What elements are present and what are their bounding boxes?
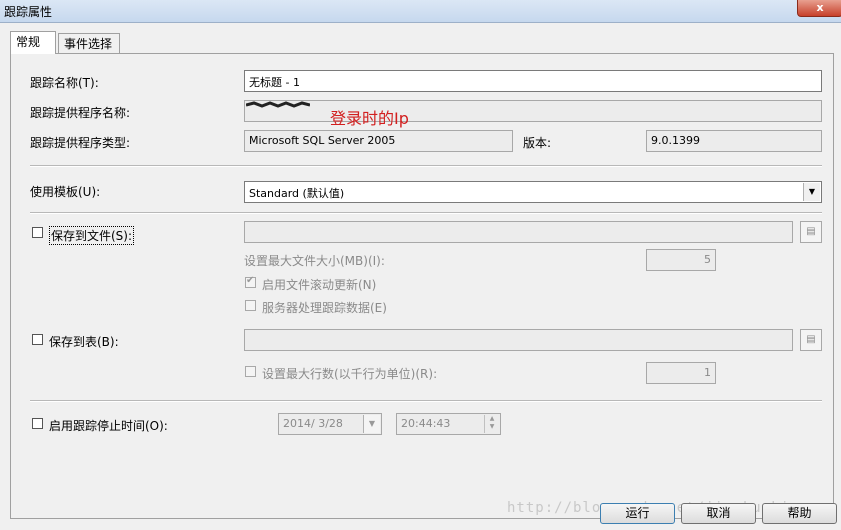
save-to-table-label[interactable]: 保存到表(B): [49, 333, 119, 350]
max-rows-checkbox [245, 366, 256, 377]
max-rows-label: 设置最大行数(以千行为单位)(R): [262, 367, 438, 381]
tab-event-selection[interactable]: 事件选择 [58, 33, 120, 53]
chevron-down-icon: ▼ [363, 415, 380, 433]
enable-rollover-label: 启用文件滚动更新(N) [262, 278, 377, 292]
save-to-file-checkbox[interactable] [32, 227, 43, 238]
template-dropdown-value: Standard (默认值) [249, 187, 345, 200]
template-dropdown[interactable]: Standard (默认值) ▼ [244, 181, 822, 203]
stop-time-checkbox[interactable] [32, 418, 43, 429]
version-label: 版本: [523, 136, 552, 150]
tab-general[interactable]: 常规 [10, 31, 56, 54]
max-file-size-field: 5 [646, 249, 716, 271]
server-processes-checkbox [245, 300, 256, 311]
table-name-field [244, 329, 793, 351]
annotation-text: 登录时的Ip [330, 109, 409, 128]
folder-browse-icon[interactable]: ▤ [800, 221, 822, 243]
stop-time-picker: 20:44:43 ▲ ▼ [396, 413, 501, 435]
window-title: 跟踪属性 [4, 5, 53, 19]
version-field: 9.0.1399 [646, 130, 822, 152]
stop-date-picker: 2014/ 3/28 ▼ [278, 413, 382, 435]
spinner-icon: ▲ ▼ [484, 415, 499, 433]
stop-time-value: 20:44:43 [401, 417, 451, 430]
title-bar: 跟踪属性 x [0, 0, 841, 23]
file-path-field [244, 221, 793, 243]
max-rows-field: 1 [646, 362, 716, 384]
trace-name-label: 跟踪名称(T): [30, 76, 99, 90]
cancel-button[interactable]: 取消 [681, 503, 756, 524]
stop-date-value: 2014/ 3/28 [283, 417, 343, 430]
server-processes-label: 服务器处理跟踪数据(E) [262, 301, 387, 315]
provider-type-field: Microsoft SQL Server 2005 [244, 130, 513, 152]
separator [30, 400, 822, 402]
trace-name-input[interactable]: 无标题 - 1 [244, 70, 822, 92]
help-button[interactable]: 帮助 [762, 503, 837, 524]
redaction-scribble [246, 101, 310, 108]
template-label: 使用模板(U): [30, 185, 101, 199]
separator [30, 165, 822, 167]
run-button[interactable]: 运行 [600, 503, 675, 524]
provider-type-label: 跟踪提供程序类型: [30, 136, 131, 150]
provider-name-label: 跟踪提供程序名称: [30, 106, 131, 120]
enable-rollover-checkbox: ✔ [245, 275, 256, 288]
separator [30, 212, 822, 214]
close-button[interactable]: x [797, 0, 841, 17]
max-file-size-label: 设置最大文件大小(MB)(I): [244, 254, 385, 268]
stop-time-label[interactable]: 启用跟踪停止时间(O): [49, 417, 168, 434]
chevron-down-icon[interactable]: ▼ [803, 183, 820, 201]
general-panel [10, 53, 834, 519]
save-to-table-checkbox[interactable] [32, 334, 43, 345]
save-to-file-label[interactable]: 保存到文件(S): [49, 226, 135, 245]
table-browse-icon[interactable]: ▤ [800, 329, 822, 351]
